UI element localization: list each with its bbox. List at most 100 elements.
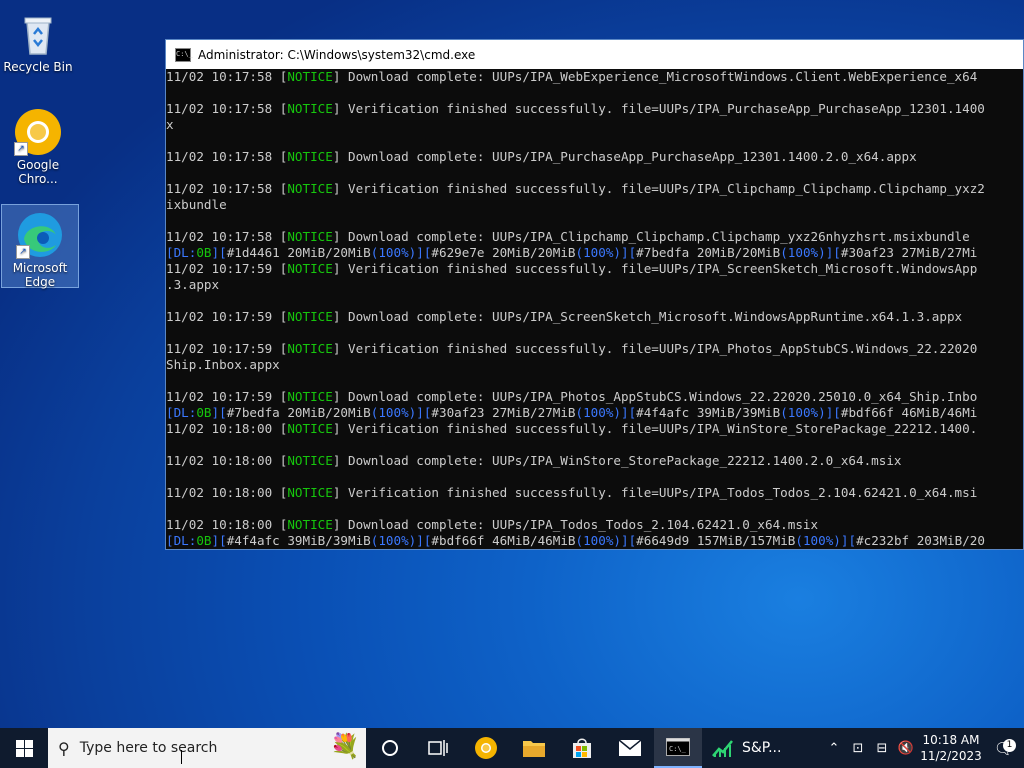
search-placeholder: Type here to search [79, 740, 218, 756]
console-text: 11/02 10:17:59 [ [166, 341, 288, 356]
console-text: 11/02 10:18:00 [ [166, 421, 288, 436]
recycle-bin-shortcut[interactable]: Recycle Bin [0, 4, 76, 74]
console-text: ] Verification finished successfully. fi… [332, 101, 985, 116]
cortana-icon [382, 740, 398, 756]
console-output[interactable]: 11/02 10:17:58 [NOTICE] Download complet… [166, 69, 1023, 549]
console-text: #7bedfa 20MiB/20MiB [636, 245, 781, 260]
search-highlight-flowers-icon: 💐 [330, 732, 360, 760]
console-text: NOTICE [287, 101, 333, 116]
console-line: [DL:0B][#7bedfa 20MiB/20MiB(100%)][#30af… [166, 405, 1023, 421]
console-text: #c232bf 203MiB/20 [856, 533, 985, 548]
chrome-icon: ↗ [14, 108, 62, 156]
console-text: #30af23 27MiB/27Mi [840, 245, 978, 260]
volume-muted-icon[interactable]: 🔇 [894, 741, 918, 756]
chrome-label: Google Chro... [16, 158, 60, 186]
console-text: (100%) [780, 405, 826, 420]
text-cursor [181, 750, 182, 764]
taskbar-mail[interactable] [606, 728, 654, 768]
shortcut-arrow-icon: ↗ [16, 245, 30, 259]
cmd-title: Administrator: C:\Windows\system32\cmd.e… [198, 47, 476, 62]
console-text: 0B [196, 245, 212, 260]
console-line: 11/02 10:17:59 [NOTICE] Download complet… [166, 389, 1023, 405]
taskbar: ⚲ Type here to search 💐 C:\_ S&P... ⌃ ⊡ … [0, 728, 1024, 768]
console-text: (100%) [575, 245, 621, 260]
chevron-up-icon[interactable]: ⌃ [822, 741, 846, 756]
console-text: ] Download complete: UUPs/IPA_ScreenSket… [332, 309, 963, 324]
console-text: (100%) [370, 533, 417, 548]
task-view-button[interactable] [414, 728, 462, 768]
action-center-button[interactable]: 🗨 1 [984, 738, 1024, 758]
console-text: 11/02 10:17:59 [ [166, 309, 288, 324]
network-icon[interactable]: ⊟ [870, 741, 894, 756]
console-text: ][ [825, 405, 841, 420]
console-line: 11/02 10:17:59 [NOTICE] Verification fin… [166, 341, 1023, 357]
console-text: NOTICE [287, 229, 333, 244]
console-text: (100%) [370, 245, 417, 260]
cmd-window[interactable]: C:\_ Administrator: C:\Windows\system32\… [165, 39, 1024, 550]
console-text: ][ [620, 533, 637, 548]
console-text: NOTICE [287, 149, 333, 164]
cmd-titlebar[interactable]: C:\_ Administrator: C:\Windows\system32\… [166, 40, 1023, 69]
console-text: NOTICE [287, 309, 333, 324]
console-text: 11/02 10:17:59 [ [166, 389, 288, 404]
console-text: ][ [416, 533, 432, 548]
clock[interactable]: 10:18 AM 11/2/2023 [918, 732, 984, 764]
cortana-button[interactable] [366, 728, 414, 768]
console-line: 11/02 10:17:58 [NOTICE] Verification fin… [166, 101, 1023, 117]
console-text: #629e7e 20MiB/20MiB [431, 245, 576, 260]
console-text: ][ [211, 405, 227, 420]
stock-widget-button[interactable]: S&P... [702, 738, 782, 758]
console-text: 0B [196, 533, 212, 548]
console-text: 11/02 10:17:58 [ [166, 229, 288, 244]
edge-icon: ↗ [16, 211, 64, 259]
edge-label: Microsoft Edge [12, 261, 68, 289]
search-icon: ⚲ [58, 738, 70, 758]
recycle-bin-label: Recycle Bin [3, 60, 73, 74]
console-text: NOTICE [287, 421, 333, 436]
taskbar-chrome[interactable] [462, 728, 510, 768]
taskbar-search-box[interactable]: ⚲ Type here to search 💐 [48, 728, 366, 768]
console-text: x [166, 117, 174, 132]
console-text: NOTICE [287, 261, 333, 276]
console-text: ] Download complete: UUPs/IPA_PurchaseAp… [332, 149, 917, 164]
console-text: NOTICE [287, 341, 333, 356]
taskbar-cmd[interactable]: C:\_ [654, 728, 702, 768]
console-text: ][ [825, 245, 841, 260]
system-tray: ⌃ ⊡ ⊟ 🔇 10:18 AM 11/2/2023 🗨 1 [822, 728, 1024, 768]
console-text: ] Verification finished successfully. fi… [332, 181, 985, 196]
console-line: 11/02 10:18:00 [NOTICE] Verification fin… [166, 485, 1023, 501]
console-text: #30af23 27MiB/27MiB [431, 405, 576, 420]
chrome-icon [475, 737, 497, 759]
console-text: DL: [173, 245, 197, 260]
stock-widget-label: S&P... [742, 740, 782, 756]
console-line: [DL:0B][#1d4461 20MiB/20MiB(100%)][#629e… [166, 245, 1023, 261]
clock-time: 10:18 AM [922, 733, 980, 747]
store-bag-icon [573, 738, 591, 758]
console-text: (100%) [795, 533, 841, 548]
microsoft-edge-shortcut[interactable]: ↗ Microsoft Edge [1, 204, 79, 289]
taskbar-file-explorer[interactable] [510, 728, 558, 768]
console-text: ][ [211, 533, 227, 548]
meet-now-icon[interactable]: ⊡ [846, 741, 870, 756]
console-line: 11/02 10:17:59 [NOTICE] Verification fin… [166, 261, 1023, 277]
console-text: [ [166, 533, 174, 548]
console-text: [ [166, 245, 174, 260]
console-text: ][ [840, 533, 857, 548]
console-line: 11/02 10:17:58 [NOTICE] Verification fin… [166, 181, 1023, 197]
mail-icon [618, 739, 642, 756]
console-line: .3.appx [166, 277, 1023, 293]
console-text: .3.appx [166, 277, 220, 292]
console-text: NOTICE [287, 181, 333, 196]
console-text: ] Verification finished successfully. fi… [332, 341, 978, 356]
taskbar-store[interactable] [558, 728, 606, 768]
google-chrome-shortcut[interactable]: ↗ Google Chro... [0, 102, 76, 188]
console-text: DL: [173, 533, 197, 548]
console-text: 0B [196, 405, 212, 420]
start-button[interactable] [0, 728, 48, 768]
notification-badge: 1 [1003, 738, 1016, 752]
